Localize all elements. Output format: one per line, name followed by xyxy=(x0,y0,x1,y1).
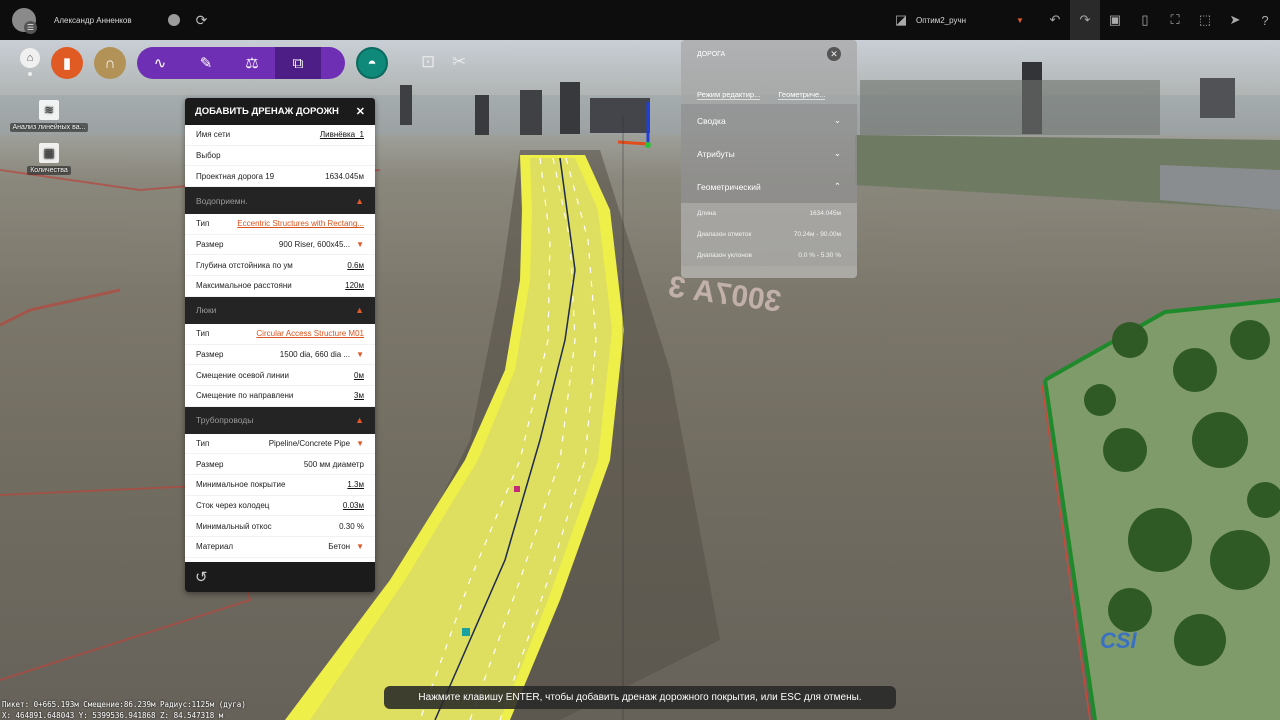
linear-analysis-tool[interactable]: ≋ Анализ линейных ва... xyxy=(6,100,92,132)
presentation-icon[interactable]: ⊡ xyxy=(421,52,435,72)
analysis-toolbar: ∿ ✎ ⚖ ⧉ xyxy=(137,47,345,79)
min-slope-row[interactable]: Минимальный откос 0.30 % xyxy=(185,516,375,537)
select-area-icon[interactable]: ⬚ xyxy=(1190,0,1220,40)
chevron-down-icon[interactable]: ⌄ xyxy=(834,148,841,159)
geometry-mode-link[interactable]: Геометриче... xyxy=(778,90,826,100)
home-icon: ⌂ xyxy=(26,52,34,64)
slope-range-row: Диапазон уклонов 0.0 % - 5.30 % xyxy=(681,245,857,266)
summary-section[interactable]: Сводка ⌄ xyxy=(681,104,857,137)
user-name: Александр Анненков xyxy=(54,15,132,25)
chevron-down-icon[interactable]: ▼ xyxy=(1016,16,1040,25)
save-icon[interactable]: ▣ xyxy=(1100,0,1130,40)
status-indicator xyxy=(167,14,180,26)
reset-icon[interactable]: ↺ xyxy=(195,568,208,586)
project-name[interactable]: Оптим2_ручн xyxy=(916,16,1016,25)
profile-tool-button[interactable]: ∿ xyxy=(137,47,183,79)
pipe-type-row[interactable]: Тип Pipeline/Concrete Pipe ▼ xyxy=(185,434,375,455)
manhole-size-row[interactable]: Размер 1500 dia, 660 dia ... ▼ xyxy=(185,345,375,366)
overlay-tool-button[interactable]: ⧉ xyxy=(275,47,321,79)
pointer-icon[interactable]: ➤ xyxy=(1220,0,1250,40)
pipe-size-row[interactable]: Размер 500 мм диаметр xyxy=(185,454,375,475)
panel-header: ДОБАВИТЬ ДРЕНАЖ ДОРОЖН ✕ xyxy=(185,98,375,125)
undo-icon[interactable]: ↶ xyxy=(1040,0,1070,40)
balance-tool-button[interactable]: ⚖ xyxy=(229,47,275,79)
section-pipes[interactable]: Трубопроводы ▲ xyxy=(185,406,375,434)
chevron-down-icon[interactable]: ▼ xyxy=(356,542,364,551)
direction-offset-row[interactable]: Смещение по направлени 3м xyxy=(185,386,375,407)
min-cover-row[interactable]: Минимальное покрытие 1.3м xyxy=(185,475,375,496)
section-inlets[interactable]: Водоприемн. ▲ xyxy=(185,187,375,215)
chevron-up-icon[interactable]: ⌃ xyxy=(834,181,841,192)
drainage-button[interactable]: ◓ xyxy=(356,47,388,79)
add-drainage-panel: ДОБАВИТЬ ДРЕНАЖ ДОРОЖН ✕ Имя сети Ливнёв… xyxy=(185,98,375,592)
user-avatar[interactable]: ☰ xyxy=(12,8,37,34)
drainage-icon: ◓ xyxy=(367,54,377,72)
close-icon[interactable]: ✕ xyxy=(827,47,841,61)
instruction-toast: Нажмите клавишу ENTER, чтобы добавить др… xyxy=(384,686,896,709)
selection-row[interactable]: Выбор xyxy=(185,146,375,167)
watermark-logo: CSI xyxy=(1100,628,1137,653)
drop-through-row[interactable]: Сток через колодец 0.03м xyxy=(185,496,375,517)
sync-icon[interactable]: ⟳ xyxy=(196,12,208,29)
top-bar: ☰ Александр Анненков ⟳ ◪ Оптим2_ручн ▼ ↶… xyxy=(0,0,1280,40)
road-properties-panel: ДОРОГА ✕ Режим редактир... Геометриче...… xyxy=(681,40,857,278)
menu-icon[interactable]: ☰ xyxy=(24,21,37,34)
road-icon: ▮ xyxy=(62,55,72,72)
redo-icon[interactable]: ↷ xyxy=(1070,0,1100,40)
chevron-up-icon[interactable]: ▲ xyxy=(355,415,364,425)
scales-icon: ⚖ xyxy=(245,55,259,72)
road-panel-header: ДОРОГА ✕ xyxy=(681,40,857,68)
tools-icon[interactable]: ✂ xyxy=(452,52,466,72)
max-distance-row[interactable]: Максимальное расстояни 120м xyxy=(185,276,375,297)
panel-title: ДОБАВИТЬ ДРЕНАЖ ДОРОЖН xyxy=(195,106,339,117)
quantities-tool[interactable]: ▦ Количества xyxy=(6,143,92,175)
terrain-button[interactable]: ∩ xyxy=(94,47,126,79)
overlap-icon: ⧉ xyxy=(292,54,304,72)
elevation-range-row: Диапазон отметок 70.24м - 90.00м xyxy=(681,224,857,245)
network-name-value[interactable]: Ливнёвка_1 xyxy=(320,130,364,139)
edit-mode-link[interactable]: Режим редактир... xyxy=(697,90,761,100)
coordinate-readout: Пикет: 0+665.193м Смещение:86.239м Радиу… xyxy=(2,700,246,720)
inlet-type-row[interactable]: Тип Eccentric Structures with Rectang... xyxy=(185,214,375,235)
terrain-icon: ∩ xyxy=(104,54,116,72)
sketch-tool-button[interactable]: ✎ xyxy=(183,47,229,79)
chevron-up-icon[interactable]: ▲ xyxy=(355,196,364,206)
table-icon: ▦ xyxy=(39,143,59,163)
road-selection-row[interactable]: Проектная дорога 19 1634.045м xyxy=(185,166,375,188)
fit-view-icon[interactable]: ⛶ xyxy=(1160,0,1190,40)
panel-footer: ↺ xyxy=(185,562,375,592)
chevron-down-icon[interactable]: ▼ xyxy=(356,240,364,249)
sump-depth-row[interactable]: Глубина отстойника по ум 0.6м xyxy=(185,255,375,277)
inlet-size-row[interactable]: Размер 900 Riser, 600x45... ▼ xyxy=(185,235,375,256)
project-icon[interactable]: ◪ xyxy=(886,0,916,40)
chevron-down-icon[interactable]: ⌄ xyxy=(834,115,841,126)
network-name-row[interactable]: Имя сети Ливнёвка_1 xyxy=(185,125,375,146)
waveform-icon: ∿ xyxy=(153,55,167,72)
road-panel-title: ДОРОГА xyxy=(697,50,726,58)
home-indicator xyxy=(28,72,32,76)
road-panel-modes: Режим редактир... Геометриче... xyxy=(681,68,857,104)
home-button[interactable]: ⌂ xyxy=(20,48,40,68)
chevron-down-icon[interactable]: ▼ xyxy=(356,439,364,448)
geometry-section[interactable]: Геометрический ⌃ xyxy=(681,170,857,203)
chevron-up-icon[interactable]: ▲ xyxy=(355,305,364,315)
chart-icon: ≋ xyxy=(39,100,59,120)
centerline-offset-row[interactable]: Смещение осевой линии 0м xyxy=(185,365,375,386)
length-row: Длина 1634.045м xyxy=(681,203,857,224)
close-icon[interactable]: ✕ xyxy=(356,105,365,118)
material-row[interactable]: Материал Бетон ▼ xyxy=(185,537,375,558)
manhole-type-row[interactable]: Тип Circular Access Structure M01 xyxy=(185,324,375,345)
section-manholes[interactable]: Люки ▲ xyxy=(185,296,375,324)
layers-icon[interactable]: ▯ xyxy=(1130,0,1160,40)
attributes-section[interactable]: Атрибуты ⌄ xyxy=(681,137,857,170)
roads-button[interactable]: ▮ xyxy=(51,47,83,79)
pencil-icon: ✎ xyxy=(199,55,213,72)
chevron-down-icon[interactable]: ▼ xyxy=(356,350,364,359)
help-icon[interactable]: ? xyxy=(1250,0,1280,40)
top-right-tools: ◪ Оптим2_ручн ▼ ↶ ↷ ▣ ▯ ⛶ ⬚ ➤ ? xyxy=(886,0,1280,40)
